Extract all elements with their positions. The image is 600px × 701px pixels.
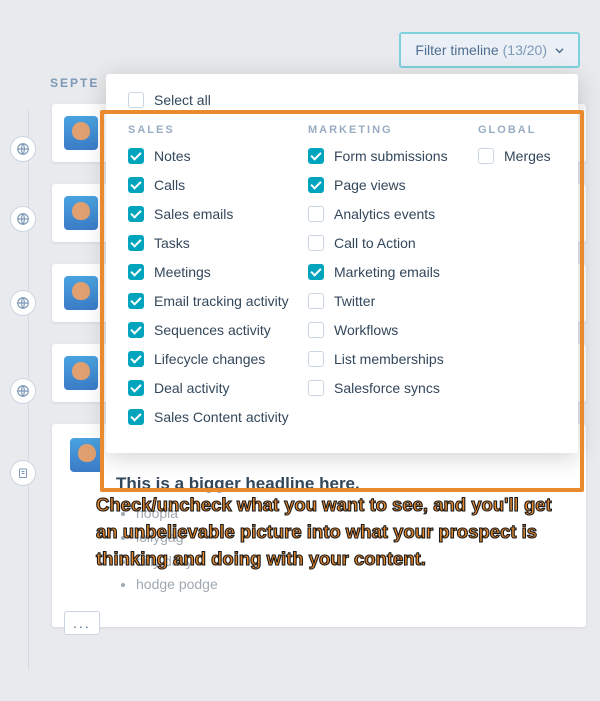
card-big-headline: This is a bigger headline here.: [116, 474, 568, 494]
avatar: [70, 438, 104, 472]
avatar: [64, 356, 98, 390]
filter-option-label: List memberships: [334, 351, 444, 367]
select-all-label: Select all: [154, 92, 211, 108]
bullet-item: dilly dally: [136, 550, 568, 574]
filter-option-marketing[interactable]: Page views: [308, 177, 478, 193]
filter-option-label: Marketing emails: [334, 264, 440, 280]
card-bullet-list: hoopla lollygag dilly dally hodge podge: [116, 502, 568, 597]
filter-count: (13/20): [503, 42, 547, 58]
filter-timeline-button[interactable]: Filter timeline (13/20): [399, 32, 580, 68]
filter-option-sales[interactable]: Calls: [128, 177, 308, 193]
checkbox[interactable]: [128, 409, 144, 425]
filter-label: Filter timeline: [415, 42, 498, 58]
filter-option-label: Salesforce syncs: [334, 380, 440, 396]
checkbox[interactable]: [308, 351, 324, 367]
filter-option-sales[interactable]: Lifecycle changes: [128, 351, 308, 367]
checkbox[interactable]: [128, 177, 144, 193]
filter-option-sales[interactable]: Sequences activity: [128, 322, 308, 338]
filter-option-label: Page views: [334, 177, 406, 193]
checkbox[interactable]: [128, 380, 144, 396]
filter-option-sales[interactable]: Deal activity: [128, 380, 308, 396]
checkbox[interactable]: [478, 148, 494, 164]
column-header-sales: SALES: [128, 124, 308, 136]
checkbox[interactable]: [128, 322, 144, 338]
filter-option-label: Email tracking activity: [154, 293, 289, 309]
filter-option-label: Twitter: [334, 293, 375, 309]
bullet-item: hoopla: [136, 502, 568, 526]
checkbox[interactable]: [308, 235, 324, 251]
filter-option-marketing[interactable]: Workflows: [308, 322, 478, 338]
filter-option-label: Form submissions: [334, 148, 448, 164]
checkbox[interactable]: [308, 264, 324, 280]
checkbox[interactable]: [308, 148, 324, 164]
filter-option-sales[interactable]: Tasks: [128, 235, 308, 251]
avatar: [64, 196, 98, 230]
checkbox[interactable]: [308, 177, 324, 193]
filter-option-global[interactable]: Merges: [478, 148, 556, 164]
bullet-item: lollygag: [136, 526, 568, 550]
filter-option-marketing[interactable]: Marketing emails: [308, 264, 478, 280]
filter-option-label: Tasks: [154, 235, 190, 251]
checkbox[interactable]: [128, 293, 144, 309]
checkbox[interactable]: [128, 206, 144, 222]
filter-option-label: Sequences activity: [154, 322, 271, 338]
filter-option-marketing[interactable]: Call to Action: [308, 235, 478, 251]
timeline-globe-icon: [10, 206, 36, 232]
checkbox[interactable]: [308, 380, 324, 396]
checkbox[interactable]: [308, 293, 324, 309]
column-header-marketing: MARKETING: [308, 124, 478, 136]
filter-option-label: Calls: [154, 177, 185, 193]
filter-option-sales[interactable]: Meetings: [128, 264, 308, 280]
filter-option-label: Sales Content activity: [154, 409, 289, 425]
timeline-globe-icon: [10, 378, 36, 404]
timeline-note-icon: [10, 460, 36, 486]
filter-option-marketing[interactable]: Analytics events: [308, 206, 478, 222]
bullet-item: hodge podge: [136, 573, 568, 597]
filter-option-marketing[interactable]: Salesforce syncs: [308, 380, 478, 396]
filter-option-label: Workflows: [334, 322, 398, 338]
filter-option-label: Sales emails: [154, 206, 233, 222]
filter-option-sales[interactable]: Sales emails: [128, 206, 308, 222]
caret-down-icon: [555, 42, 564, 58]
filter-option-marketing[interactable]: List memberships: [308, 351, 478, 367]
filter-option-label: Analytics events: [334, 206, 435, 222]
checkbox[interactable]: [128, 351, 144, 367]
timeline-globe-icon: [10, 290, 36, 316]
column-header-global: GLOBAL: [478, 124, 556, 136]
filter-option-sales[interactable]: Sales Content activity: [128, 409, 308, 425]
filter-option-sales[interactable]: Email tracking activity: [128, 293, 308, 309]
timeline-globe-icon: [10, 136, 36, 162]
filter-option-sales[interactable]: Notes: [128, 148, 308, 164]
filter-option-label: Meetings: [154, 264, 211, 280]
more-button[interactable]: ...: [64, 611, 100, 635]
filter-option-label: Call to Action: [334, 235, 416, 251]
filter-option-marketing[interactable]: Twitter: [308, 293, 478, 309]
timeline-card-expanded[interactable]: This is a headline here. This is a bigge…: [52, 424, 586, 627]
filter-option-label: Notes: [154, 148, 191, 164]
avatar: [64, 116, 98, 150]
checkbox[interactable]: [128, 264, 144, 280]
filter-option-label: Lifecycle changes: [154, 351, 265, 367]
checkbox[interactable]: [308, 322, 324, 338]
checkbox[interactable]: [128, 148, 144, 164]
avatar: [64, 276, 98, 310]
filter-option-label: Deal activity: [154, 380, 229, 396]
checkbox[interactable]: [308, 206, 324, 222]
filter-option-label: Merges: [504, 148, 551, 164]
filter-dropdown: Select all SALES MARKETING GLOBAL Notes C…: [106, 74, 578, 453]
filter-option-marketing[interactable]: Form submissions: [308, 148, 478, 164]
checkbox[interactable]: [128, 235, 144, 251]
select-all-checkbox[interactable]: [128, 92, 144, 108]
